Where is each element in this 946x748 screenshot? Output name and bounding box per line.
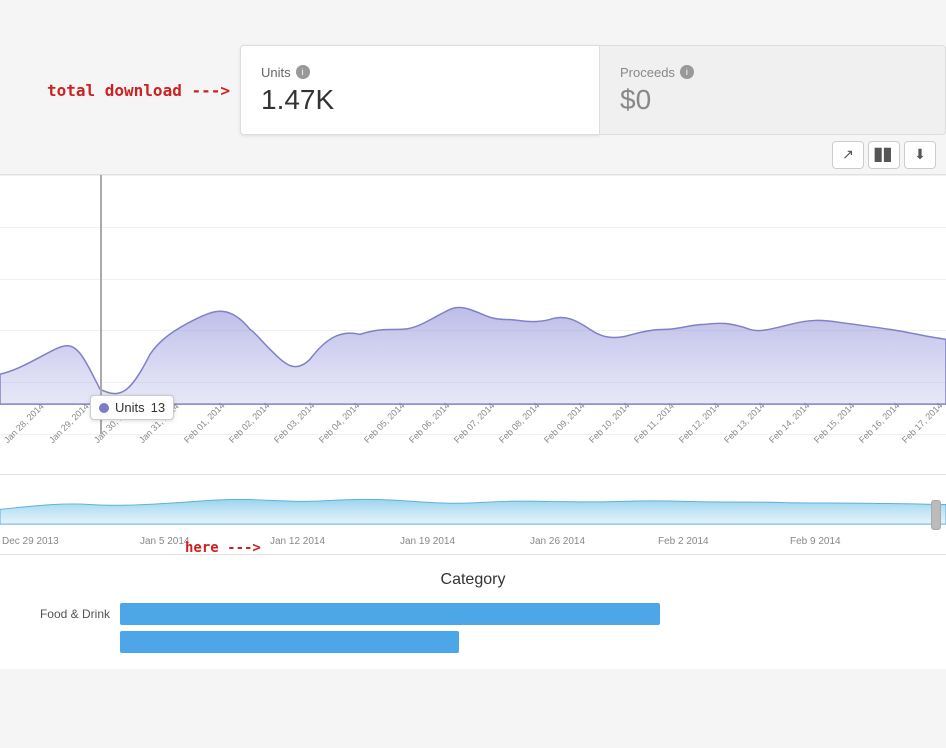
units-info-icon[interactable]: i	[296, 65, 310, 79]
category-label: Food & Drink	[20, 607, 110, 621]
chart-tooltip: Units 13	[90, 395, 174, 420]
category-row: Food & Drink	[20, 603, 926, 625]
bar-chart-button[interactable]: ▊▊	[868, 141, 900, 169]
category-row-2	[20, 631, 926, 653]
mini-label-4: Jan 26 2014	[530, 536, 585, 547]
proceeds-value: $0	[620, 84, 925, 116]
tooltip-dot	[99, 403, 109, 413]
mini-label-3: Jan 19 2014	[400, 536, 455, 547]
units-label: Units	[261, 65, 291, 80]
stats-row: total download ---> Units i 1.47K Procee…	[0, 45, 946, 135]
tooltip-label: Units	[115, 400, 145, 415]
proceeds-info-icon[interactable]: i	[680, 65, 694, 79]
line-chart-button[interactable]: ↗	[832, 141, 864, 169]
scrubber-handle[interactable]	[931, 500, 941, 530]
mini-label-1: Jan 5 2014	[140, 536, 190, 547]
download-button[interactable]: ⬇	[904, 141, 936, 169]
category-bar-container	[120, 603, 926, 625]
proceeds-label-row: Proceeds i	[620, 65, 925, 80]
tooltip-value: 13	[151, 400, 165, 415]
units-value: 1.47K	[261, 84, 579, 116]
category-bar-container-2	[120, 631, 926, 653]
category-bar-2	[120, 631, 459, 653]
bar-chart-icon: ▊▊	[875, 148, 893, 162]
proceeds-label: Proceeds	[620, 65, 675, 80]
proceeds-panel: Proceeds i $0	[600, 45, 946, 135]
main-chart[interactable]: Jan 28, 2014 Jan 29, 2014 Jan 30, 2014 J…	[0, 175, 946, 475]
category-section: Category Food & Drink	[0, 555, 946, 669]
units-label-row: Units i	[261, 65, 579, 80]
mini-x-axis: Dec 29 2013 Jan 5 2014 Jan 12 2014 Jan 1…	[0, 529, 946, 554]
mini-label-2: Jan 12 2014	[270, 536, 325, 547]
chart-toolbar: ↗ ▊▊ ⬇	[0, 135, 946, 175]
line-chart-icon: ↗	[842, 146, 854, 163]
download-icon: ⬇	[914, 146, 926, 163]
mini-label-6: Feb 9 2014	[790, 536, 841, 547]
x-axis: Jan 28, 2014 Jan 29, 2014 Jan 30, 2014 J…	[0, 434, 946, 474]
category-title: Category	[20, 571, 926, 589]
category-bar	[120, 603, 660, 625]
total-download-label: total download --->	[0, 45, 240, 135]
units-panel: Units i 1.47K	[240, 45, 600, 135]
mini-chart[interactable]: Dec 29 2013 Jan 5 2014 Jan 12 2014 Jan 1…	[0, 475, 946, 555]
mini-chart-svg	[0, 475, 946, 529]
here-label: here --->	[185, 540, 261, 556]
mini-label-5: Feb 2 2014	[658, 536, 709, 547]
top-bar	[0, 0, 946, 45]
mini-label-0: Dec 29 2013	[2, 536, 59, 547]
